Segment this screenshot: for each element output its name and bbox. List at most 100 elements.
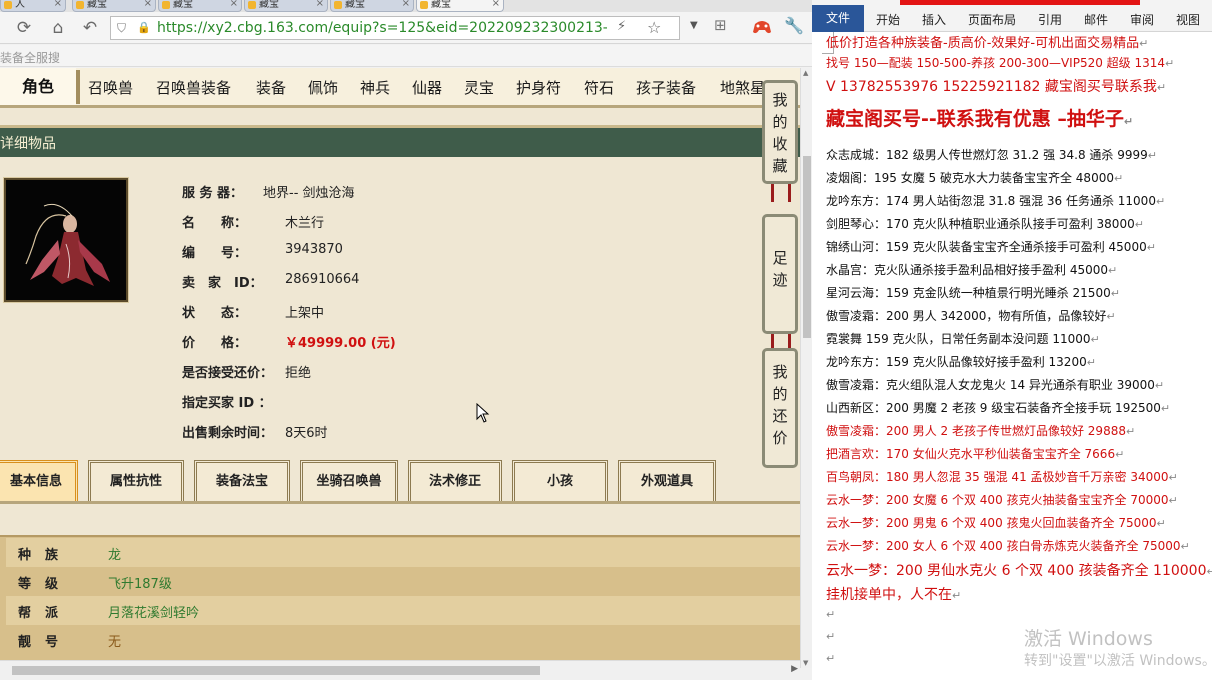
nav-item[interactable]: 召唤兽 <box>88 77 133 99</box>
star-icon[interactable]: ☆ <box>647 18 665 38</box>
side-button-history[interactable]: 足 迹 <box>762 214 798 334</box>
ribbon-tab[interactable]: 引用 <box>1038 11 1062 28</box>
field-label-bargain: 是否接受还价： <box>182 366 274 381</box>
ribbon-tab[interactable]: 邮件 <box>1084 11 1108 28</box>
browser-tab[interactable]: 藏宝 × <box>416 0 504 12</box>
document-line[interactable]: 把酒言欢：170 女仙火克水平秒仙装备宝宝齐全 7666↵ <box>826 445 1124 462</box>
document-line[interactable]: 傲雪凌霜：200 男人 342000，物有所值，品像较好↵ <box>826 307 1116 324</box>
subtab-equipment[interactable]: 装备法宝 <box>194 460 290 502</box>
document-line[interactable]: 藏宝阁买号--联系我有优惠 –抽华子↵ <box>826 104 1133 131</box>
side-char: 收 <box>772 135 788 153</box>
table-row: 等级 飞升187级 <box>6 567 800 596</box>
tab-close-icon[interactable]: × <box>492 0 500 9</box>
paragraph-mark: ↵ <box>1134 218 1144 231</box>
nav-item[interactable]: 符石 <box>584 77 614 99</box>
browser-tab[interactable]: 藏宝 × <box>330 0 414 12</box>
document-line[interactable]: 锦绣山河：159 克火队装备宝宝齐全通杀接手可盈利 45000↵ <box>826 238 1156 255</box>
url-text[interactable]: https://xy2.cbg.163.com/equip?s=125&eid=… <box>157 19 607 37</box>
scroll-down-icon[interactable]: ▼ <box>803 659 808 667</box>
document-line[interactable]: 龙吟东方：174 男人站街忽混 31.8 强混 36 任务通杀 11000↵ <box>826 192 1165 209</box>
ribbon-tab[interactable]: 插入 <box>922 11 946 28</box>
side-char: 我 <box>772 363 788 381</box>
paragraph-mark: ↵ <box>1086 356 1096 369</box>
grid-icon[interactable]: ⊞ <box>714 16 736 40</box>
line-text: 百鸟朝凤：180 男人忽混 35 强混 41 孟极妙音千万亲密 34000 <box>826 470 1169 484</box>
document-line[interactable]: 凌烟阁：195 女魔 5 破克水大力装备宝宝齐全 48000↵ <box>826 169 1123 186</box>
document-line[interactable]: 百鸟朝凤：180 男人忽混 35 强混 41 孟极妙音千万亲密 34000↵ <box>826 468 1178 485</box>
ribbon-tab[interactable]: 视图 <box>1176 11 1200 28</box>
tab-close-icon[interactable]: × <box>144 0 152 9</box>
document-line[interactable]: 剑胆琴心：170 克火队种植职业通杀队接手可盈利 38000↵ <box>826 215 1144 232</box>
horizontal-scrollbar[interactable]: ▶ <box>0 660 800 680</box>
vertical-scrollbar[interactable]: ▲ ▼ <box>800 68 812 668</box>
game-icon[interactable] <box>752 18 772 36</box>
lock-icon[interactable]: 🔒 <box>137 20 151 36</box>
subtab-children[interactable]: 小孩 <box>512 460 608 502</box>
scrollbar-thumb[interactable] <box>12 666 540 675</box>
nav-item[interactable]: 装备 <box>256 77 286 99</box>
document-page[interactable]: 低价打造各种族装备-质高价-效果好-可机出面交易精品↵ 找号 150—配装 150… <box>818 32 1212 680</box>
nav-item[interactable]: 护身符 <box>516 77 561 99</box>
field-label-status: 状 态： <box>182 306 248 321</box>
paragraph-mark: ↵ <box>1125 425 1136 438</box>
tab-close-icon[interactable]: × <box>316 0 324 9</box>
back-icon[interactable]: ↶ <box>78 16 102 40</box>
scrollbar-thumb[interactable] <box>803 156 811 338</box>
tab-close-icon[interactable]: × <box>402 0 410 9</box>
document-line[interactable]: 云水一梦：200 女魔 6 个双 400 孩克火抽装备宝宝齐全 70000↵ <box>826 491 1178 508</box>
ribbon-tab[interactable]: 审阅 <box>1130 11 1154 28</box>
document-line[interactable]: 众志成城：182 级男人传世燃灯忽 31.2 强 34.8 通杀 9999↵ <box>826 146 1157 163</box>
refresh-icon[interactable]: ⟳ <box>12 16 36 40</box>
side-button-bargains[interactable]: 我 的 还 价 <box>762 348 798 468</box>
subtab-spells[interactable]: 法术修正 <box>408 460 502 502</box>
document-line[interactable]: 找号 150—配装 150-500-养孩 200-300—VIP520 超级 1… <box>826 54 1174 71</box>
chevron-down-icon[interactable]: ▼ <box>690 20 704 36</box>
address-bar[interactable]: ⛉ 🔒 https://xy2.cbg.163.com/equip?s=125&… <box>110 16 680 40</box>
home-icon[interactable]: ⌂ <box>46 16 70 40</box>
shield-icon[interactable]: ⛉ <box>117 20 131 36</box>
document-line[interactable]: 云水一梦：200 男仙水克火 6 个双 400 孩装备齐全 110000↵ <box>826 560 1212 580</box>
nav-item[interactable]: 仙器 <box>412 77 442 99</box>
subtab-appearance[interactable]: 外观道具 <box>618 460 716 502</box>
subtab-mounts[interactable]: 坐骑召唤兽 <box>300 460 398 502</box>
nav-item[interactable]: 佩饰 <box>308 77 338 99</box>
scroll-right-icon[interactable]: ▶ <box>791 664 798 674</box>
document-line[interactable]: 傲雪凌霜：克火组队混人女龙鬼火 14 异光通杀有职业 39000↵ <box>826 376 1164 393</box>
document-line[interactable]: 傲雪凌霜：200 男人 2 老孩子传世燃灯品像较好 29888↵ <box>826 422 1135 439</box>
nav-item-role[interactable]: 角色 <box>0 68 76 105</box>
bookmark-item[interactable]: 装备全服搜 <box>0 49 60 66</box>
subtab-attributes[interactable]: 属性抗性 <box>88 460 184 502</box>
paragraph-mark: ↵ <box>826 608 836 621</box>
nav-item[interactable]: 地煞星 <box>720 77 765 99</box>
document-line[interactable]: V 13782553976 15225921182 藏宝阁买号联系我↵ <box>826 76 1166 96</box>
ribbon-tab[interactable]: 页面布局 <box>968 11 1016 28</box>
paragraph-mark: ↵ <box>1165 57 1175 70</box>
nav-item[interactable]: 灵宝 <box>464 77 494 99</box>
document-line[interactable]: 水晶宫：克火队通杀接手盈利品相好接手盈利 45000↵ <box>826 261 1117 278</box>
side-button-favorites[interactable]: 我 的 收 藏 <box>762 80 798 184</box>
bolt-icon[interactable]: ⚡ <box>617 19 633 37</box>
browser-tab[interactable]: 藏宝 × <box>158 0 242 12</box>
document-line[interactable]: 低价打造各种族装备-质高价-效果好-可机出面交易精品↵ <box>826 32 1148 51</box>
browser-tab[interactable]: 人 × <box>0 0 66 12</box>
subtab-basic[interactable]: 基本信息 <box>0 460 78 502</box>
nav-item[interactable]: 召唤兽装备 <box>156 77 231 99</box>
tools-icon[interactable]: 🔧 <box>784 16 806 40</box>
document-line[interactable]: 挂机接单中，人不在↵ <box>826 584 961 604</box>
nav-item[interactable]: 神兵 <box>360 77 390 99</box>
document-line[interactable]: 霓裳舞 159 克火队，日常任务副本没问题 11000↵ <box>826 330 1100 347</box>
scroll-up-icon[interactable]: ▲ <box>803 69 808 77</box>
tab-close-icon[interactable]: × <box>54 0 62 9</box>
browser-tab[interactable]: 藏宝 × <box>244 0 328 12</box>
ribbon-tab-file[interactable]: 文件 <box>812 5 864 32</box>
document-line[interactable]: 星河云海：159 克金队统一种植景行明光睡杀 21500↵ <box>826 284 1120 301</box>
document-line[interactable]: 云水一梦：200 男鬼 6 个双 400 孩鬼火回血装备齐全 75000↵ <box>826 514 1166 531</box>
ribbon-tab[interactable]: 开始 <box>876 11 900 28</box>
attr-value: 飞升187级 <box>108 577 172 592</box>
browser-tab[interactable]: 藏宝 × <box>72 0 156 12</box>
document-line[interactable]: 云水一梦：200 女人 6 个双 400 孩白骨赤炼克火装备齐全 75000↵ <box>826 537 1190 554</box>
document-line[interactable]: 龙吟东方：159 克火队品像较好接手盈利 13200↵ <box>826 353 1096 370</box>
tab-close-icon[interactable]: × <box>230 0 238 9</box>
document-line[interactable]: 山西新区：200 男魔 2 老孩 9 级宝石装备齐全接手玩 192500↵ <box>826 399 1170 416</box>
nav-item[interactable]: 孩子装备 <box>636 77 696 99</box>
